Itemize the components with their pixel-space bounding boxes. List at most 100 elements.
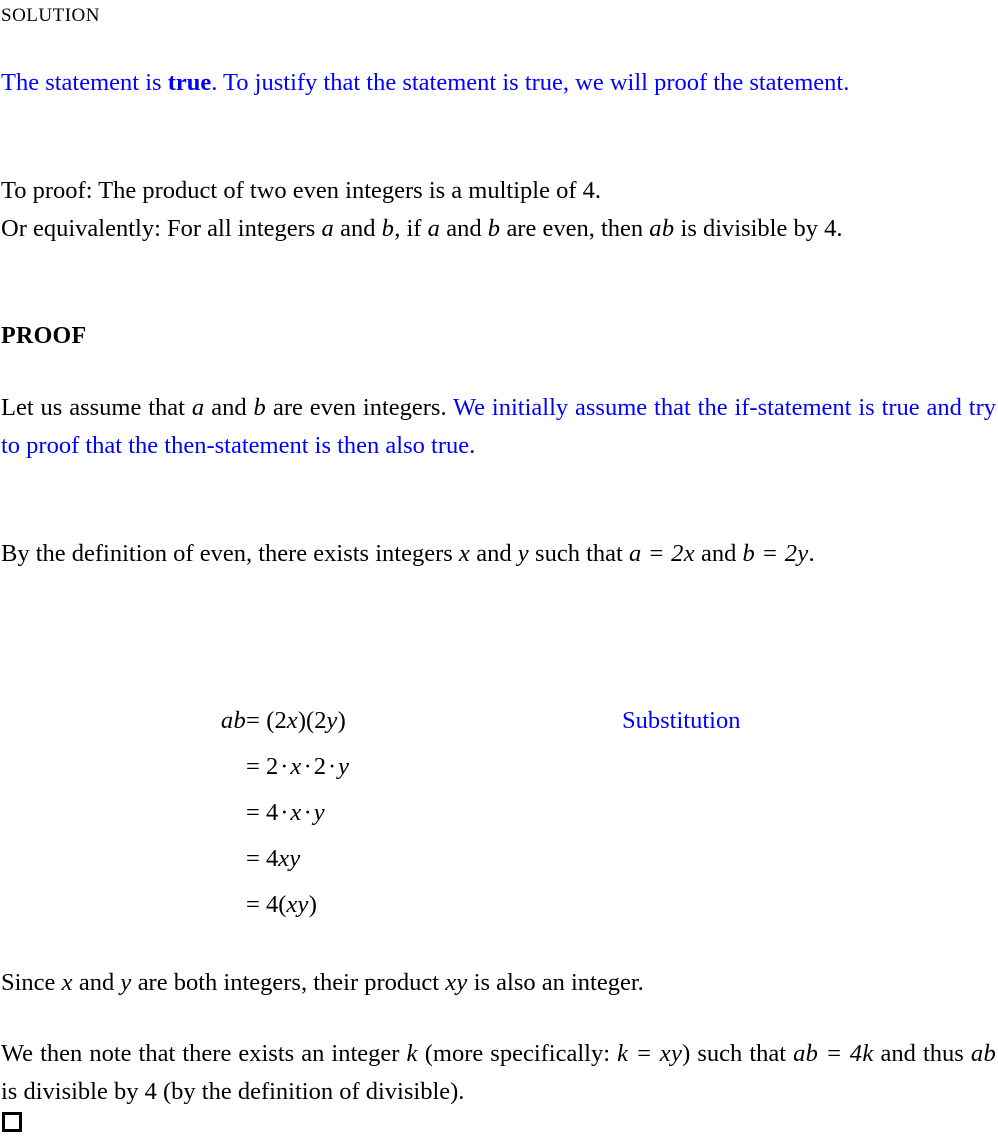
to-proof-block: To proof: The product of two even intege… <box>1 172 996 210</box>
note-var-ab: ab <box>970 1040 996 1067</box>
note-equation-k: k = xy <box>617 1040 683 1067</box>
assume-paragraph: Let us assume that a and b are even inte… <box>1 389 996 464</box>
to-proof-line: To proof: The product of two even intege… <box>1 177 601 204</box>
equiv-run-2: and <box>334 215 382 242</box>
paren-close-2: ) <box>308 891 317 918</box>
equation-rhs: = 4(xy) <box>246 891 317 919</box>
equation-rhs: = 2·x·2·y <box>246 753 349 781</box>
equiv-var-ab: ab <box>649 215 675 242</box>
assume-var-a: a <box>191 394 205 421</box>
equals-sign: = <box>246 845 260 872</box>
equation-rhs: = (2x)(2y) <box>246 707 346 735</box>
solution-title-block: SOLUTION <box>0 0 400 27</box>
since-block: Since x and y are both integers, their p… <box>1 964 996 1002</box>
statement-text-run-1: The statement is <box>1 69 168 96</box>
coefficient-4: 4 <box>265 845 279 872</box>
since-run-4: is also an integer. <box>467 969 644 996</box>
def-equation-a: a = 2x <box>628 540 695 567</box>
qed-symbol <box>2 1112 22 1132</box>
definition-block: By the definition of even, there exists … <box>1 535 996 573</box>
document-page: SOLUTION The statement is true. To justi… <box>0 0 998 1139</box>
equals-sign: = <box>246 799 260 826</box>
var-x: x <box>290 799 302 826</box>
coefficient-4: 4 <box>265 891 279 918</box>
equiv-var-a-1: a <box>321 215 335 242</box>
statement-true-emphasis: true <box>167 69 212 96</box>
note-run-2: (more specifically: <box>417 1040 618 1067</box>
coefficient-2a: 2 <box>274 707 287 734</box>
paren-mid: )( <box>297 707 315 734</box>
equation-row: = 2·x·2·y <box>0 753 998 799</box>
var-y: y <box>313 799 325 826</box>
var-x: x <box>290 753 302 780</box>
definition-paragraph: By the definition of even, there exists … <box>1 535 996 573</box>
def-equation-b: b = 2y <box>742 540 809 567</box>
equiv-run-4: and <box>440 215 488 242</box>
dot-operator: · <box>303 753 312 780</box>
equation-rhs: = 4·x·y <box>246 799 325 827</box>
note-block: We then note that there exists an intege… <box>1 1035 996 1110</box>
equation-lhs-ab: ab <box>220 707 246 734</box>
dot-operator: · <box>280 753 289 780</box>
proof-heading-block: PROOF <box>1 322 401 350</box>
def-var-y: y <box>517 540 529 567</box>
equiv-var-a-2: a <box>427 215 441 242</box>
assume-var-b: b <box>253 394 267 421</box>
dot-operator: · <box>280 799 289 826</box>
def-run-5: . <box>808 540 815 567</box>
since-var-xy: xy <box>445 969 468 996</box>
statement-paragraph-block: The statement is true. To justify that t… <box>1 64 996 102</box>
paren-close-1: ) <box>337 707 346 734</box>
note-equation-abk: ab = 4k <box>793 1040 874 1067</box>
note-run-4: and thus <box>873 1040 971 1067</box>
assume-run-3: are even integers. <box>266 394 454 421</box>
def-run-2: and <box>470 540 518 567</box>
def-run-4: and <box>694 540 743 567</box>
equals-sign: = <box>246 707 260 734</box>
since-run-3: are both integers, their product <box>131 969 446 996</box>
note-var-k: k <box>406 1040 418 1067</box>
var-y: y <box>338 753 350 780</box>
def-var-x: x <box>458 540 471 567</box>
equivalently-block: Or equivalently: For all integers a and … <box>1 210 996 248</box>
proof-heading: PROOF <box>1 323 87 349</box>
statement-paragraph: The statement is true. To justify that t… <box>1 64 996 102</box>
equiv-var-b-2: b <box>487 215 501 242</box>
coefficient-2-second: 2 <box>313 753 326 780</box>
assume-block: Let us assume that a and b are even inte… <box>1 389 996 464</box>
dot-operator: · <box>303 799 312 826</box>
note-run-1: We then note that there exists an intege… <box>1 1040 407 1067</box>
var-y-b: y <box>326 707 338 734</box>
equals-sign: = <box>246 891 260 918</box>
equation-annotation-substitution: Substitution <box>622 707 741 734</box>
equiv-var-b-1: b <box>381 215 395 242</box>
equation-row: = 4(xy) <box>0 891 998 937</box>
note-run-5: is divisible by 4 (by the definition of … <box>1 1077 465 1105</box>
equals-sign: = <box>246 753 260 780</box>
since-paragraph: Since x and y are both integers, their p… <box>1 964 996 1002</box>
equation-rows: ab = (2x)(2y) Substitution = 2·x·2·y = 4… <box>0 707 998 937</box>
equiv-run-6: is divisible by 4. <box>674 215 843 242</box>
equiv-run-5: are even, then <box>500 215 650 242</box>
var-xy: xy <box>278 845 301 872</box>
coefficient-2: 2 <box>265 753 279 780</box>
since-var-x: x <box>61 969 73 996</box>
note-paragraph: We then note that there exists an intege… <box>1 1035 996 1110</box>
page-title: SOLUTION <box>1 0 101 27</box>
since-run-1: Since <box>1 969 62 996</box>
equiv-run-1: Or equivalently: For all integers <box>1 215 322 242</box>
var-xy: xy <box>286 891 309 918</box>
var-x-a: x <box>286 707 298 734</box>
equation-row: ab = (2x)(2y) Substitution <box>0 707 998 753</box>
assume-run-1: Let us assume that <box>1 394 192 421</box>
coefficient-4: 4 <box>265 799 279 826</box>
equation-row: = 4xy <box>0 845 998 891</box>
equation-row: = 4·x·y <box>0 799 998 845</box>
def-run-1: By the definition of even, there exists … <box>1 540 459 567</box>
equiv-run-3: , if <box>394 215 428 242</box>
statement-text-run-2: . To justify that the statement is true,… <box>211 69 850 96</box>
qed-box-icon <box>2 1112 22 1132</box>
def-run-3: such that <box>528 540 629 567</box>
equivalently-paragraph: Or equivalently: For all integers a and … <box>1 210 996 248</box>
note-run-3: ) such that <box>682 1040 794 1067</box>
